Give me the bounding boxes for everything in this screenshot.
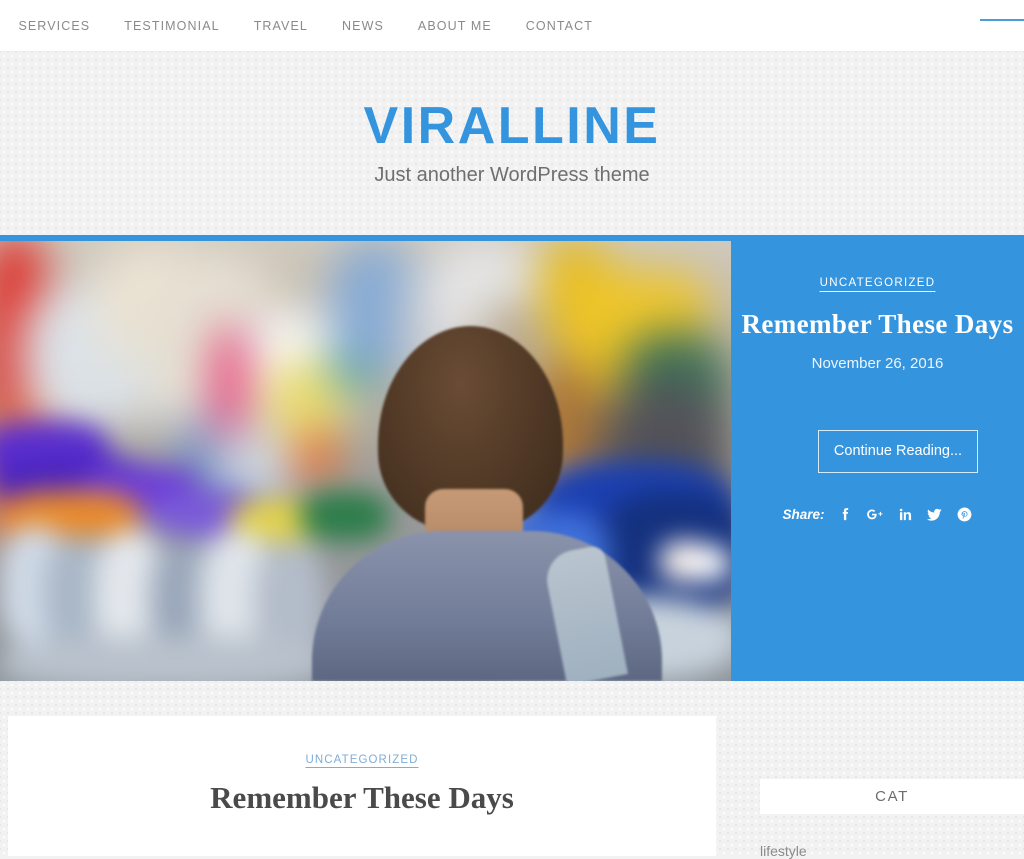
hamburger-menu-icon[interactable] [980,14,1024,28]
top-navigation-bar: E SERVICES TESTIMONIAL TRAVEL NEWS ABOUT… [0,0,1024,52]
post-card: UNCATEGORIZED Remember These Days [8,716,716,856]
featured-post-title[interactable]: Remember These Days [731,309,1024,340]
post-category[interactable]: UNCATEGORIZED [8,754,716,766]
categories-widget-title: CAT [875,788,909,805]
twitter-icon[interactable] [926,505,943,524]
featured-post-category[interactable]: UNCATEGORIZED [731,277,1024,289]
linkedin-icon[interactable] [896,505,913,524]
site-tagline: Just another WordPress theme [374,164,650,186]
nav-item-travel[interactable]: TRAVEL [237,19,325,33]
site-title[interactable]: VIRALLINE [0,96,1024,156]
post-title[interactable]: Remember These Days [8,780,716,816]
continue-reading-button[interactable]: Continue Reading... [818,430,978,473]
nav-item-testimonial[interactable]: TESTIMONIAL [107,19,236,33]
share-label: Share: [782,507,825,522]
nav-item-contact[interactable]: CONTACT [509,19,610,33]
man-subject [312,326,662,681]
google-plus-icon[interactable] [866,505,883,524]
nav-item-services[interactable]: SERVICES [1,19,107,33]
primary-menu: E SERVICES TESTIMONIAL TRAVEL NEWS ABOUT… [0,0,610,52]
site-header: VIRALLINE Just another WordPress theme [0,52,1024,235]
featured-post-slider: UNCATEGORIZED Remember These Days Novemb… [0,235,1024,681]
share-bar: Share: [731,505,1024,524]
featured-post-panel: UNCATEGORIZED Remember These Days Novemb… [731,235,1024,681]
sidebar-link-lifestyle[interactable]: lifestyle [760,843,807,859]
featured-post-image[interactable] [0,241,731,681]
categories-widget: CAT [760,779,1024,814]
pinterest-icon[interactable] [956,505,973,524]
featured-post-date: November 26, 2016 [811,355,944,372]
nav-item-about-me[interactable]: ABOUT ME [401,19,509,33]
facebook-icon[interactable] [836,505,853,524]
sidebar [760,681,1024,856]
content-area: UNCATEGORIZED Remember These Days [0,681,1024,856]
nav-item-news[interactable]: NEWS [325,19,401,33]
hamburger-bar [980,19,1024,21]
